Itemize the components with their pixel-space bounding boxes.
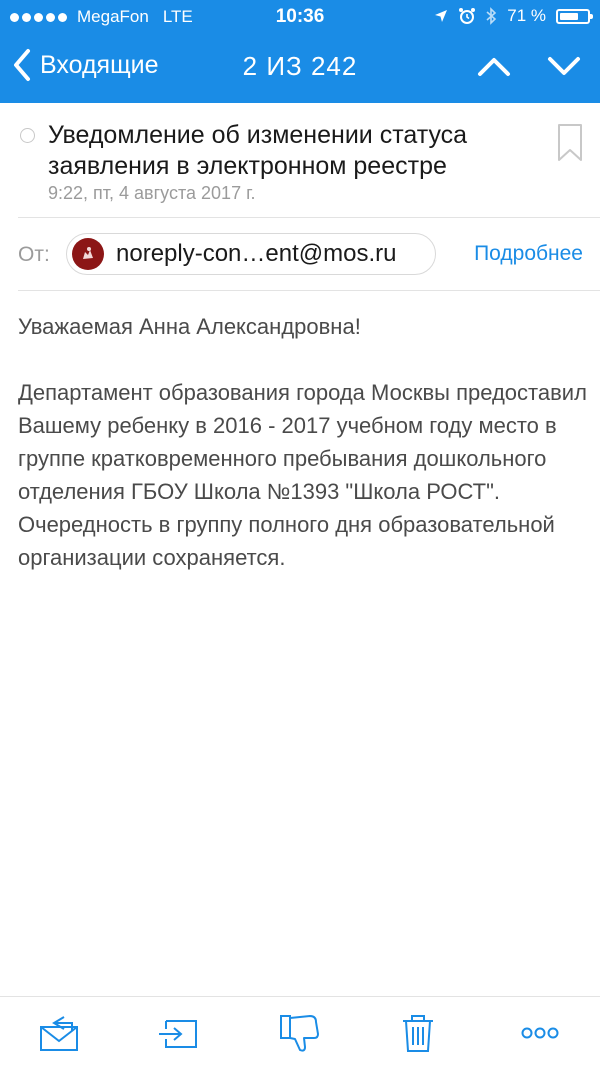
message-date: 9:22, пт, 4 августа 2017 г. [48, 183, 256, 203]
chevron-down-icon [548, 57, 580, 75]
message-subject: Уведомление об изменении статуса заявлен… [48, 121, 468, 180]
mail-app: MegaFon LTE 10:36 71 % Входящие 2 ИЗ 242… [0, 0, 600, 1066]
sender-chip[interactable]: noreply-con…ent@mos.ru [66, 233, 436, 275]
details-link[interactable]: Подробнее [474, 242, 583, 266]
move-button[interactable] [156, 1013, 200, 1053]
delete-button[interactable] [396, 1013, 440, 1053]
message-text: Департамент образования города Москвы пр… [18, 380, 587, 570]
header: MegaFon LTE 10:36 71 % Входящие 2 ИЗ 242 [0, 0, 600, 103]
reply-icon [40, 1016, 78, 1051]
battery-fill [560, 12, 578, 20]
sender-address: noreply-con…ent@mos.ru [116, 240, 397, 267]
previous-message-button[interactable] [476, 50, 512, 87]
more-icon [521, 1027, 559, 1039]
from-label: От: [18, 243, 50, 266]
bluetooth-icon [486, 7, 497, 25]
battery-percent: 71 % [507, 6, 546, 25]
trash-icon [403, 1015, 433, 1052]
message-body: Уважаемая Анна Александровна! Департамен… [18, 310, 588, 574]
move-to-folder-icon [159, 1020, 197, 1048]
spam-button[interactable] [278, 1013, 322, 1053]
bookmark-button[interactable] [556, 123, 584, 168]
more-button[interactable] [518, 1013, 562, 1053]
from-row: От: noreply-con…ent@mos.ru Подробнее [0, 218, 600, 290]
bottom-toolbar [0, 996, 600, 1066]
status-right: 71 % [434, 6, 593, 26]
mos-logo-icon [83, 247, 93, 259]
alarm-icon [459, 8, 476, 24]
bookmark-icon [558, 124, 582, 161]
sender-avatar [72, 238, 104, 270]
message-greeting: Уважаемая Анна Александровна! [18, 314, 361, 339]
reply-button[interactable] [37, 1013, 81, 1053]
status-bar: MegaFon LTE 10:36 71 % [0, 0, 600, 36]
battery-icon [556, 8, 593, 24]
read-status-indicator[interactable] [20, 128, 35, 143]
next-message-button[interactable] [546, 50, 582, 87]
chevron-up-icon [478, 58, 510, 76]
message-header: Уведомление об изменении статуса заявлен… [0, 103, 600, 217]
thumbs-down-icon [280, 1015, 319, 1052]
divider [18, 290, 600, 291]
location-arrow-icon [435, 10, 448, 22]
nav-bar: Входящие 2 ИЗ 242 [0, 36, 600, 103]
